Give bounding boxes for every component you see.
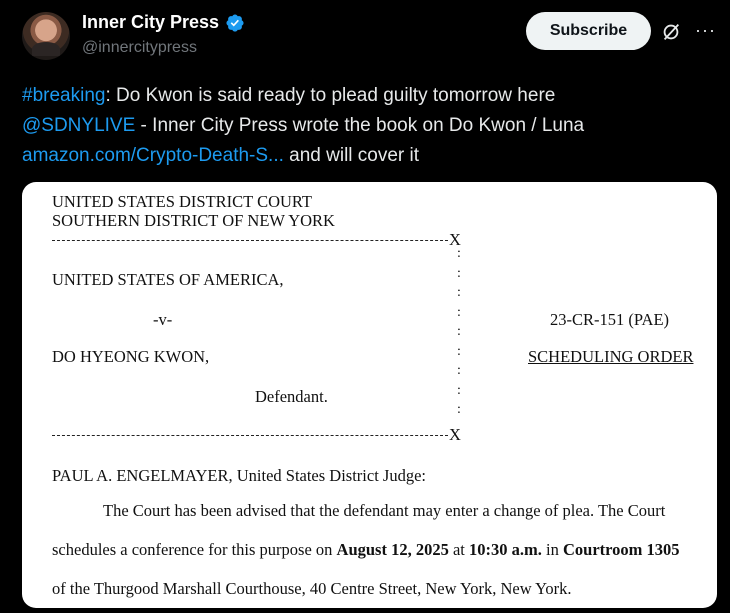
order-paragraph-line-3: of the Thurgood Marshall Courthouse, 40 …	[52, 579, 572, 598]
external-link[interactable]: amazon.com/Crypto-Death-S...	[22, 145, 284, 166]
tweet-text: #breaking: Do Kwon is said ready to plea…	[22, 81, 712, 171]
caption-x-bottom: X	[449, 425, 461, 444]
grok-icon[interactable]	[660, 21, 682, 43]
order-paragraph-line-2: schedules a conference for this purpose …	[52, 540, 680, 560]
para-text-c: in	[541, 540, 563, 559]
plaintiff-name: UNITED STATES OF AMERICA,	[52, 270, 284, 289]
mention-link[interactable]: @SDNYLIVE	[22, 115, 135, 136]
para-text-b: at	[448, 540, 470, 559]
author-name[interactable]: Inner City Press	[82, 12, 245, 33]
author-name-label: Inner City Press	[82, 12, 220, 32]
defendant-label: Defendant.	[255, 387, 328, 406]
courtroom: Courtroom 1305	[562, 540, 680, 559]
court-name-line-1: UNITED STATES DISTRICT COURT	[52, 192, 313, 211]
verified-badge-icon	[226, 13, 244, 32]
versus-label: -v-	[153, 310, 173, 329]
defendant-name: DO HYEONG KWON,	[52, 347, 210, 366]
caption-colon-column: : : : : : : : : :	[457, 246, 461, 417]
order-paragraph-line-1: The Court has been advised that the defe…	[103, 501, 666, 520]
hearing-date: August 12, 2025	[336, 540, 449, 559]
caption-divider-top	[52, 240, 448, 241]
more-icon[interactable]: ···	[695, 20, 716, 41]
subscribe-button[interactable]: Subscribe	[526, 12, 651, 50]
tweet-line-1: #breaking: Do Kwon is said ready to plea…	[22, 81, 712, 111]
attached-document-image[interactable]: UNITED STATES DISTRICT COURT SOUTHERN DI…	[22, 182, 717, 608]
tweet-text-3: and will cover it	[283, 145, 420, 166]
hashtag-link[interactable]: #breaking	[22, 85, 105, 106]
tweet-line-3: amazon.com/Crypto-Death-S... and will co…	[22, 141, 712, 171]
tweet-text-1: : Do Kwon is said ready to plead guilty …	[105, 85, 556, 106]
para-text-a: schedules a conference for this purpose …	[52, 540, 337, 559]
judge-line: PAUL A. ENGELMAYER, United States Distri…	[52, 466, 426, 485]
author-avatar[interactable]	[22, 12, 70, 60]
hearing-time: 10:30 a.m.	[469, 540, 542, 559]
tweet-line-2: @SDNYLIVE - Inner City Press wrote the b…	[22, 111, 712, 141]
case-number: 23-CR-151 (PAE)	[550, 310, 670, 329]
document-title: SCHEDULING ORDER	[528, 347, 694, 366]
caption-divider-bottom	[52, 435, 448, 436]
author-handle[interactable]: @innercitypress	[82, 39, 197, 57]
court-name-line-2: SOUTHERN DISTRICT OF NEW YORK	[52, 211, 335, 230]
tweet-text-2: - Inner City Press wrote the book on Do …	[135, 115, 585, 136]
